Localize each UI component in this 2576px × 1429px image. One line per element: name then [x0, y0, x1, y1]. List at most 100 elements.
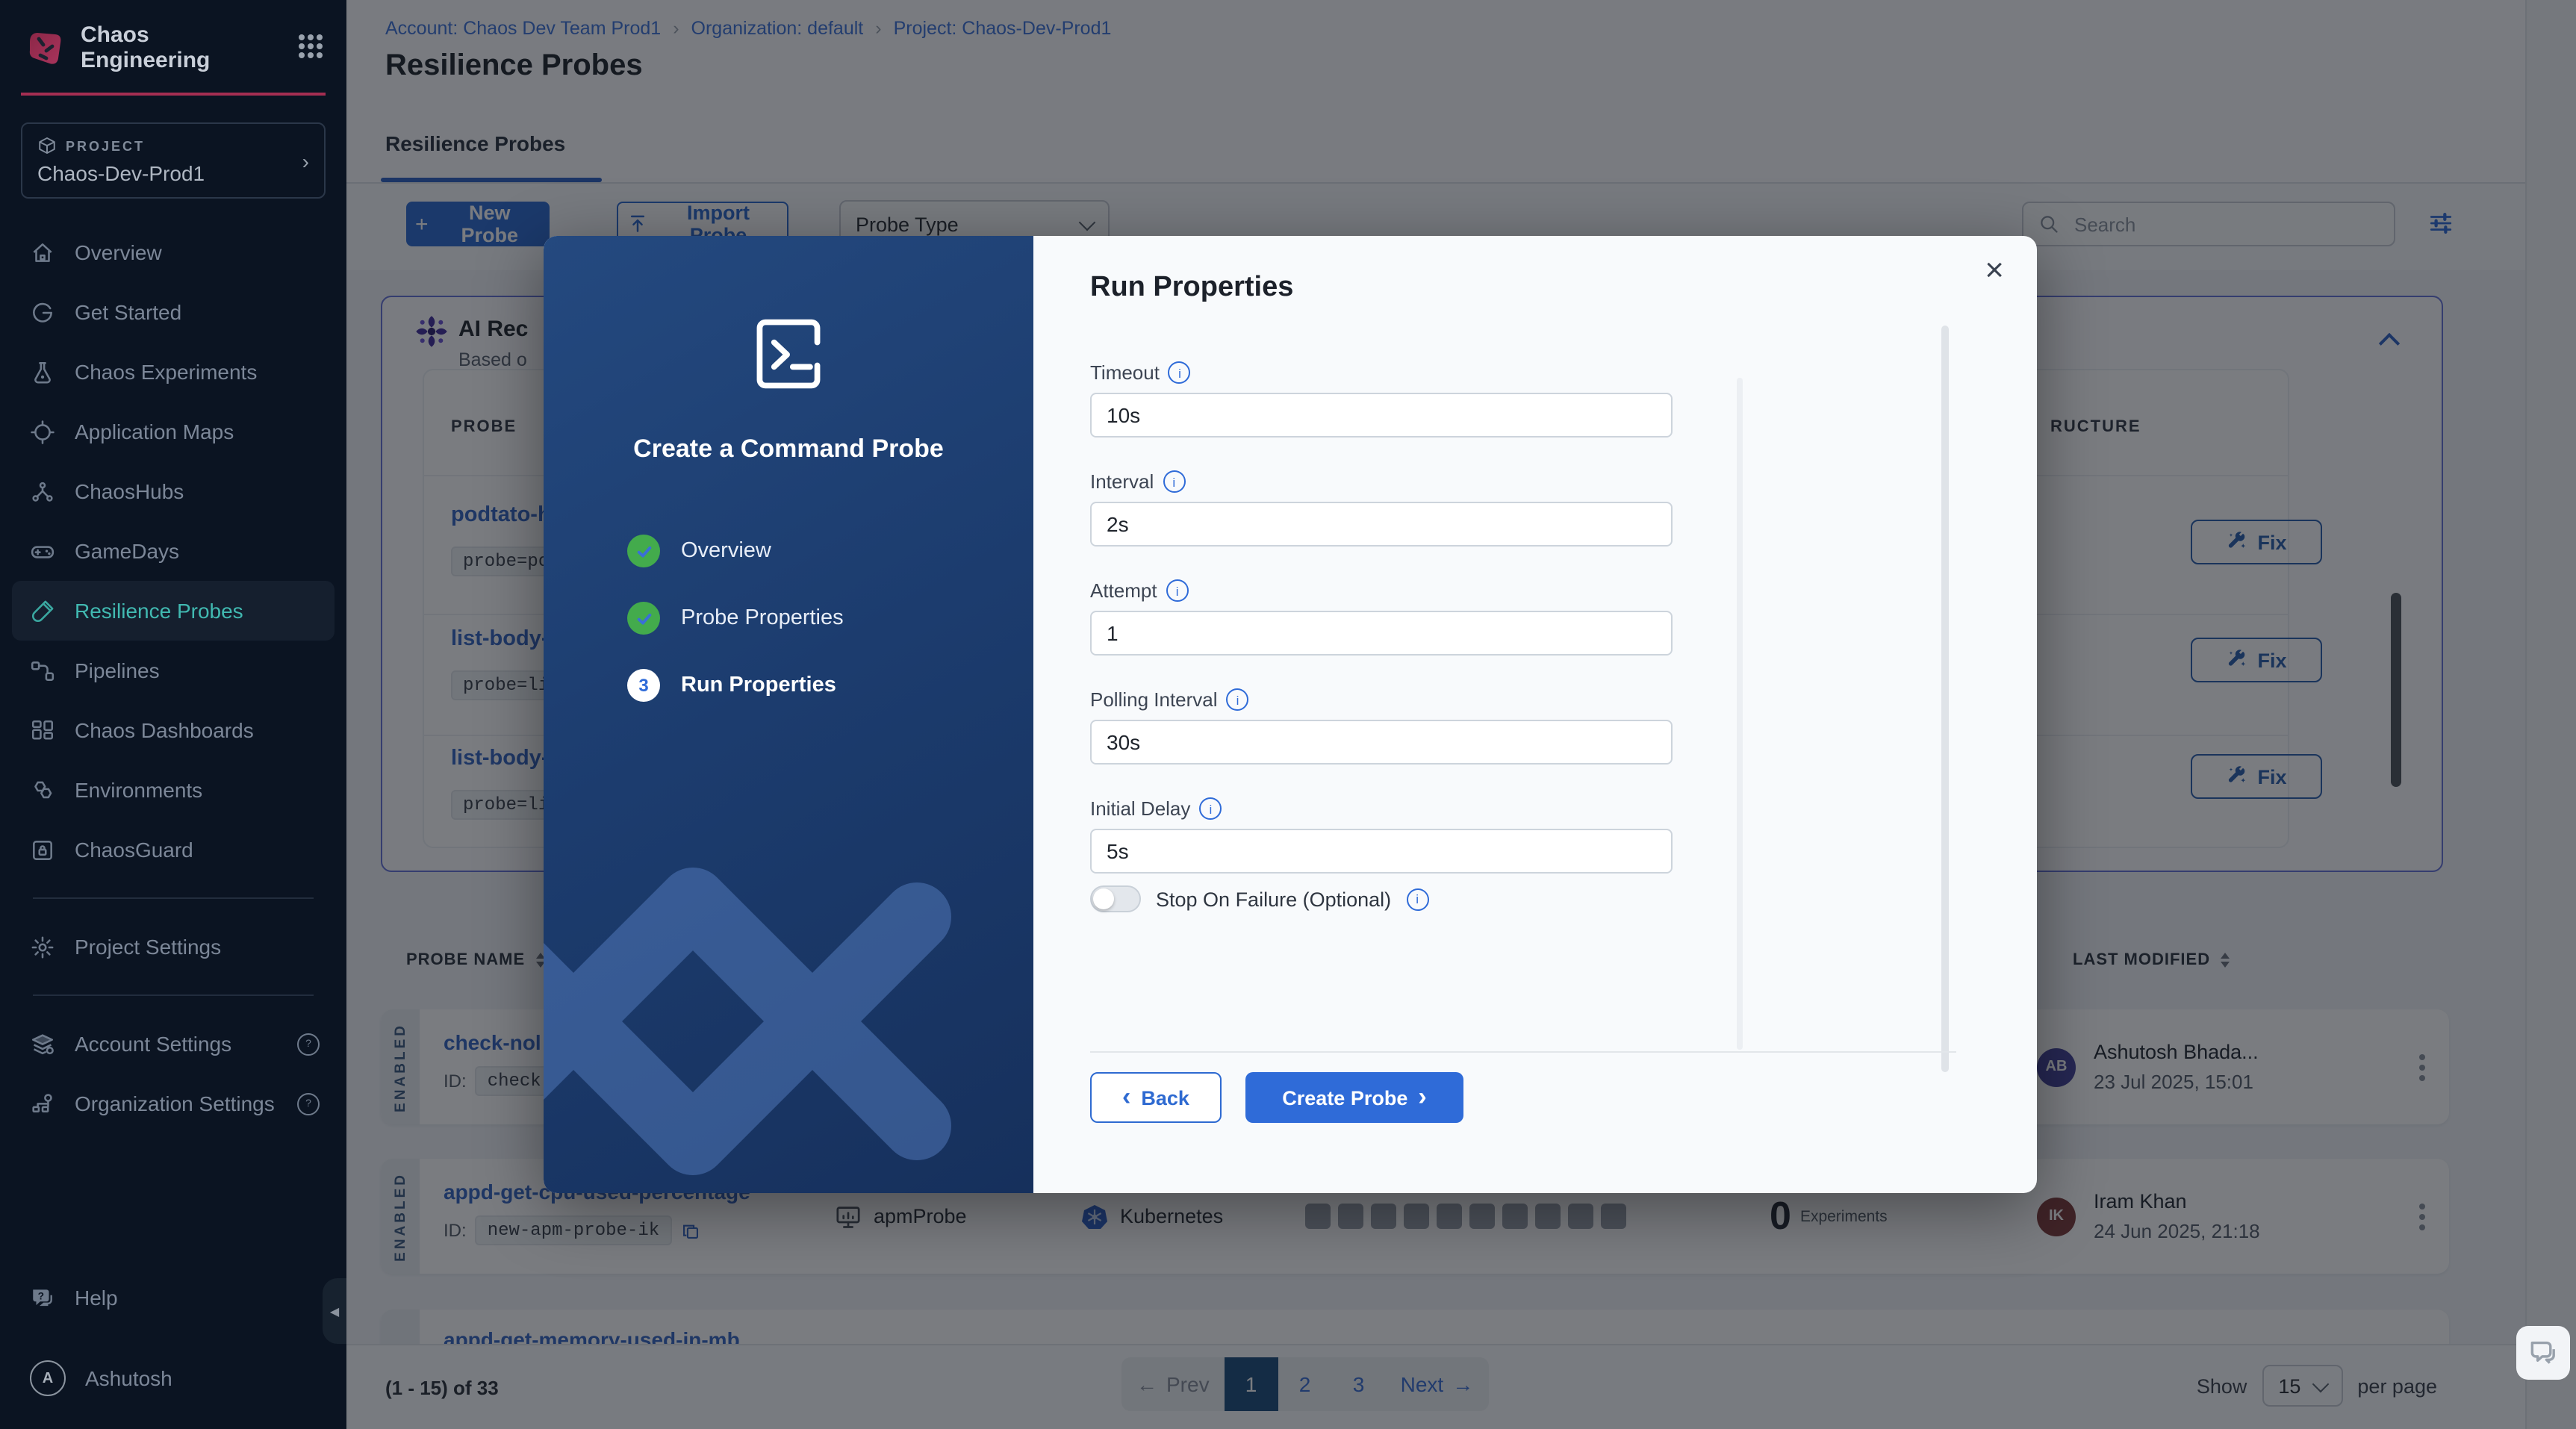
- field-label: Timeout: [1090, 361, 1160, 384]
- info-icon[interactable]: i: [1226, 688, 1249, 711]
- flask-icon: [30, 359, 55, 385]
- timeout-input[interactable]: [1090, 393, 1673, 438]
- info-icon[interactable]: i: [1163, 470, 1186, 493]
- sidebar-item-label: Chaos Experiments: [75, 360, 258, 384]
- sidebar-item-account-settings[interactable]: Account Settings ?: [12, 1014, 335, 1074]
- toggle-label: Stop On Failure (Optional): [1156, 888, 1392, 910]
- cube-icon: [37, 136, 57, 155]
- step-check-icon: [627, 602, 660, 635]
- sidebar-item-chaosguard[interactable]: ChaosGuard: [12, 820, 335, 879]
- info-icon[interactable]: i: [1199, 797, 1222, 820]
- sidebar-item-label: GameDays: [75, 539, 180, 563]
- chat-bubble-icon: [2530, 1341, 2555, 1364]
- back-button[interactable]: ‹ Back: [1090, 1072, 1222, 1123]
- user-menu[interactable]: A Ashutosh: [12, 1348, 335, 1408]
- attempt-input[interactable]: [1090, 611, 1673, 656]
- sidebar-item-label: Project Settings: [75, 935, 222, 959]
- modal-heading: Run Properties: [1090, 272, 1294, 303]
- probe-tube-icon: [30, 598, 55, 623]
- sidebar-item-label: Get Started: [75, 300, 182, 324]
- layers-gear-icon: [30, 1031, 55, 1056]
- sidebar-item-get-started[interactable]: Get Started: [12, 282, 335, 342]
- pipeline-icon: [30, 658, 55, 683]
- divider: [33, 994, 314, 996]
- step-check-icon: [627, 535, 660, 567]
- chevron-right-icon: ›: [302, 149, 309, 172]
- help-chat-icon: ?: [30, 1285, 55, 1310]
- target-icon: [30, 419, 55, 444]
- interval-input[interactable]: [1090, 502, 1673, 547]
- collapse-icon: ◀: [329, 1304, 340, 1318]
- initial-delay-input[interactable]: [1090, 829, 1673, 874]
- sidebar-item-organization-settings[interactable]: Organization Settings ?: [12, 1074, 335, 1133]
- field-label: Initial Delay: [1090, 797, 1191, 820]
- stop-on-failure-toggle[interactable]: [1090, 885, 1141, 912]
- sidebar-item-application-maps[interactable]: Application Maps: [12, 402, 335, 461]
- sidebar-item-label: Environments: [75, 778, 203, 802]
- sidebar-bottom: ? Help A Ashutosh: [0, 1268, 346, 1429]
- sidebar-item-label: Account Settings: [75, 1032, 232, 1056]
- field-label: Polling Interval: [1090, 688, 1218, 711]
- project-name: Chaos-Dev-Prod1: [37, 161, 205, 185]
- sidebar-item-chaos-experiments[interactable]: Chaos Experiments: [12, 342, 335, 402]
- sidebar-item-pipelines[interactable]: Pipelines: [12, 641, 335, 700]
- create-probe-button[interactable]: Create Probe ›: [1245, 1072, 1463, 1123]
- gamepad-icon: [30, 538, 55, 564]
- home-icon: [30, 240, 55, 265]
- sidebar-item-label: ChaosGuard: [75, 838, 193, 862]
- close-icon[interactable]: ×: [1985, 253, 2004, 287]
- step-run-properties[interactable]: 3 Run Properties: [627, 669, 844, 702]
- sidebar-header: Chaos Engineering: [0, 0, 346, 93]
- sidebar-item-resilience-probes[interactable]: Resilience Probes: [12, 581, 335, 641]
- sidebar-settings: Project Settings: [0, 917, 346, 977]
- step-label: Overview: [681, 539, 771, 563]
- get-started-icon: [30, 299, 55, 325]
- chat-widget-button[interactable]: [2516, 1326, 2570, 1380]
- terminal-icon: [748, 314, 829, 394]
- modal-wizard-panel: Create a Command Probe Overview Probe Pr…: [544, 236, 1033, 1193]
- sidebar-item-environments[interactable]: Environments: [12, 760, 335, 820]
- sidebar: Chaos Engineering PROJECT Chaos-Dev-Prod…: [0, 0, 346, 1429]
- app-root: Chaos Engineering PROJECT Chaos-Dev-Prod…: [0, 0, 2576, 1429]
- step-probe-properties[interactable]: Probe Properties: [627, 602, 844, 635]
- sidebar-item-label: Chaos Dashboards: [75, 718, 254, 742]
- org-chart-gear-icon: [30, 1091, 55, 1116]
- polling-interval-input[interactable]: [1090, 720, 1673, 765]
- sidebar-nav: Overview Get Started Chaos Experiments A…: [0, 222, 346, 879]
- sidebar-item-project-settings[interactable]: Project Settings: [12, 917, 335, 977]
- wizard-steps: Overview Probe Properties 3 Run Properti…: [627, 535, 844, 702]
- sidebar-item-overview[interactable]: Overview: [12, 222, 335, 282]
- sidebar-item-gamedays[interactable]: GameDays: [12, 521, 335, 581]
- wizard-title: Create a Command Probe: [633, 435, 944, 463]
- project-label: PROJECT: [66, 138, 146, 153]
- sidebar-item-label: Organization Settings: [75, 1092, 275, 1115]
- sidebar-item-label: Application Maps: [75, 420, 234, 443]
- sidebar-item-label: Resilience Probes: [75, 599, 243, 623]
- info-icon[interactable]: i: [1168, 361, 1191, 384]
- sidebar-collapse-handle[interactable]: ◀: [323, 1278, 346, 1344]
- sidebar-item-chaos-dashboards[interactable]: Chaos Dashboards: [12, 700, 335, 760]
- modal-body: × Run Properties Timeout i Interval i Atte…: [1033, 236, 2037, 1193]
- field-label: Interval: [1090, 470, 1154, 493]
- harness-watermark-logo: [544, 805, 992, 1193]
- sidebar-item-label: Help: [75, 1286, 118, 1310]
- project-selector[interactable]: PROJECT Chaos-Dev-Prod1 ›: [21, 122, 326, 199]
- module-grid-icon[interactable]: [299, 34, 326, 61]
- app-title: Chaos Engineering: [81, 22, 211, 73]
- sidebar-item-chaoshubs[interactable]: ChaosHubs: [12, 461, 335, 521]
- run-properties-form: Timeout i Interval i Attempt i Polling Inte…: [1090, 361, 1687, 912]
- info-icon: ?: [297, 1092, 320, 1115]
- modal-footer: ‹ Back Create Probe ›: [1090, 1051, 1956, 1123]
- info-icon[interactable]: i: [1166, 579, 1189, 602]
- create-command-probe-modal: Create a Command Probe Overview Probe Pr…: [544, 236, 2037, 1193]
- harness-logo-icon: [24, 27, 66, 69]
- form-scrollbar-track: [1737, 378, 1743, 1050]
- sidebar-item-label: Pipelines: [75, 659, 160, 682]
- sidebar-item-help[interactable]: ? Help: [12, 1268, 335, 1327]
- hub-network-icon: [30, 479, 55, 504]
- info-icon[interactable]: i: [1406, 888, 1429, 910]
- brand-accent-line: [21, 93, 326, 96]
- step-overview[interactable]: Overview: [627, 535, 844, 567]
- form-scrollbar-track: [1941, 326, 1949, 1072]
- avatar: A: [30, 1360, 66, 1396]
